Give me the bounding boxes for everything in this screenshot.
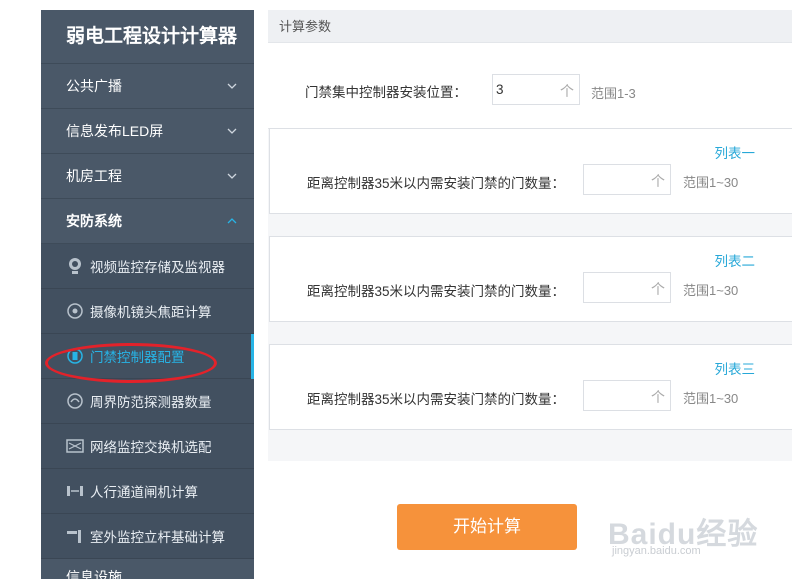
menu-group-label: 机房工程 bbox=[66, 168, 122, 184]
sidebar: 弱电工程设计计算器 公共广播 信息发布LED屏 机房工程 安防系统 视频监控存储… bbox=[41, 10, 254, 579]
sidebar-item-label: 门禁控制器配置 bbox=[90, 350, 185, 365]
list-card-2: 列表二 距离控制器35米以内需安装门禁的门数量： 个 范围1~30 bbox=[269, 236, 792, 322]
start-calculate-button[interactable]: 开始计算 bbox=[397, 504, 577, 550]
menu-group-public-broadcast[interactable]: 公共广播 bbox=[41, 64, 254, 109]
controller-position-label: 门禁集中控制器安装位置： bbox=[305, 85, 467, 100]
sidebar-item-label: 网络监控交换机选配 bbox=[90, 440, 212, 455]
sidebar-item-label: 室外监控立杆基础计算 bbox=[90, 530, 225, 545]
sidebar-item-network-switch[interactable]: 网络监控交换机选配 bbox=[41, 424, 254, 469]
sidebar-item-lens-focal[interactable]: 摄像机镜头焦距计算 bbox=[41, 289, 254, 334]
menu-group-label: 安防系统 bbox=[66, 213, 122, 229]
door-count-label: 距离控制器35米以内需安装门禁的门数量： bbox=[307, 176, 566, 191]
door-count-range: 范围1~30 bbox=[683, 283, 739, 298]
menu-group-security[interactable]: 安防系统 bbox=[41, 199, 254, 244]
list-title: 列表一 bbox=[714, 146, 756, 161]
list-title: 列表三 bbox=[714, 362, 756, 377]
gate-icon bbox=[66, 482, 84, 500]
sidebar-item-label: 人行通道闸机计算 bbox=[90, 485, 198, 500]
sidebar-item-video-storage[interactable]: 视频监控存储及监视器 bbox=[41, 244, 254, 289]
controller-position-input[interactable]: 3 个 bbox=[492, 74, 580, 105]
door-count-label: 距离控制器35米以内需安装门禁的门数量： bbox=[307, 284, 566, 299]
door-count-label: 距离控制器35米以内需安装门禁的门数量： bbox=[307, 392, 566, 407]
chevron-up-icon bbox=[227, 218, 237, 224]
list-card-1: 列表一 距离控制器35米以内需安装门禁的门数量： 个 范围1~30 bbox=[269, 128, 792, 214]
unit-label: 个 bbox=[651, 281, 665, 297]
sidebar-item-outdoor-pole[interactable]: 室外监控立杆基础计算 bbox=[41, 514, 254, 559]
watermark-url: jingyan.baidu.com bbox=[612, 545, 701, 557]
sidebar-item-pedestrian-gate[interactable]: 人行通道闸机计算 bbox=[41, 469, 254, 514]
unit-label: 个 bbox=[560, 83, 574, 99]
sidebar-item-label: 摄像机镜头焦距计算 bbox=[90, 305, 212, 320]
menu-group-info-facility[interactable]: 信息设施 bbox=[41, 559, 254, 579]
calc-panel: 计算参数 门禁集中控制器安装位置： 3 个 范围1-3 列表一 距离控制器35米… bbox=[268, 10, 792, 461]
list-title: 列表二 bbox=[714, 254, 756, 269]
door-count-input[interactable]: 个 bbox=[583, 272, 671, 303]
menu-group-label: 公共广播 bbox=[66, 78, 122, 94]
sidebar-item-label: 周界防范探测器数量 bbox=[90, 395, 212, 410]
door-count-input[interactable]: 个 bbox=[583, 164, 671, 195]
sidebar-item-access-controller[interactable]: 门禁控制器配置 bbox=[41, 334, 254, 379]
menu-group-led-screen[interactable]: 信息发布LED屏 bbox=[41, 109, 254, 154]
sidebar-item-perimeter-detector[interactable]: 周界防范探测器数量 bbox=[41, 379, 254, 424]
list-card-3: 列表三 距离控制器35米以内需安装门禁的门数量： 个 范围1~30 bbox=[269, 344, 792, 430]
switch-icon bbox=[66, 437, 84, 455]
pole-icon bbox=[66, 527, 84, 545]
controller-position-value: 3 bbox=[496, 82, 504, 97]
door-count-range: 范围1~30 bbox=[683, 391, 739, 406]
unit-label: 个 bbox=[651, 173, 665, 189]
controller-range: 范围1-3 bbox=[591, 86, 636, 101]
baidu-watermark: Baidu经验 jingyan.baidu.com bbox=[606, 495, 792, 579]
lens-icon bbox=[66, 302, 84, 320]
sidebar-item-label: 视频监控存储及监视器 bbox=[90, 260, 225, 275]
door-count-range: 范围1~30 bbox=[683, 175, 739, 190]
unit-label: 个 bbox=[651, 389, 665, 405]
controller-position-row: 门禁集中控制器安装位置： 3 个 范围1-3 bbox=[268, 43, 792, 129]
app-title: 弱电工程设计计算器 bbox=[41, 10, 254, 64]
page: 弱电工程设计计算器 公共广播 信息发布LED屏 机房工程 安防系统 视频监控存储… bbox=[0, 0, 792, 579]
detector-icon bbox=[66, 392, 84, 410]
menu-group-label: 信息发布LED屏 bbox=[66, 123, 164, 139]
chevron-down-icon bbox=[227, 173, 237, 179]
door-count-input[interactable]: 个 bbox=[583, 380, 671, 411]
chevron-down-icon bbox=[227, 128, 237, 134]
menu-group-machine-room[interactable]: 机房工程 bbox=[41, 154, 254, 199]
camera-icon bbox=[66, 257, 84, 275]
panel-header: 计算参数 bbox=[268, 10, 792, 43]
chevron-down-icon bbox=[227, 83, 237, 89]
door-controller-icon bbox=[66, 347, 84, 365]
